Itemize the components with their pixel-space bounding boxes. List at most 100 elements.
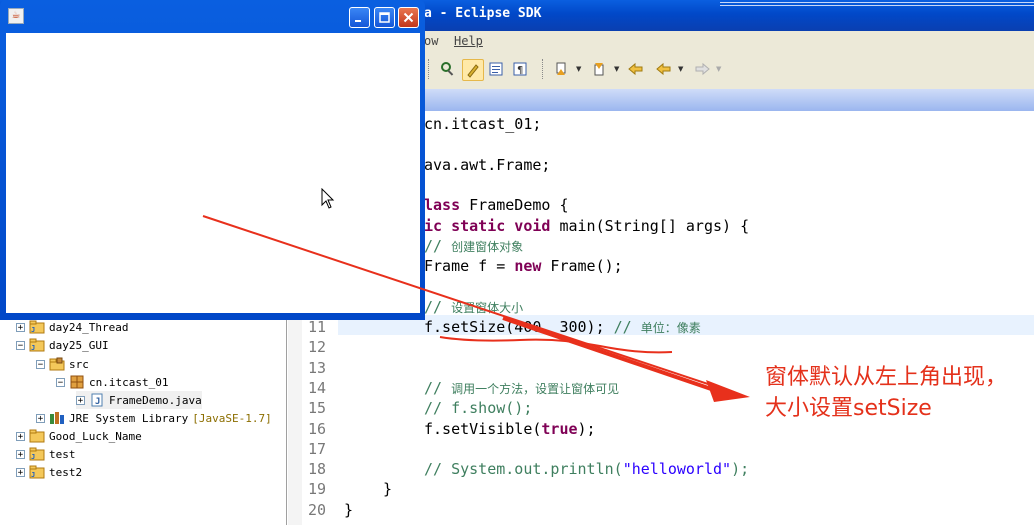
line-number: 15 <box>307 399 326 418</box>
java-project-icon: J <box>29 465 45 479</box>
package-icon <box>69 375 85 389</box>
tree-item-label: test2 <box>49 465 83 479</box>
expand-icon[interactable]: + <box>16 431 25 441</box>
menu-window[interactable]: ow <box>424 34 438 48</box>
last-edit-location-icon[interactable] <box>626 59 646 79</box>
close-icon <box>403 12 414 23</box>
code-token: ava.awt.Frame; <box>424 155 551 174</box>
code-line[interactable]: cn.itcast_01; <box>424 114 541 134</box>
svg-text:J: J <box>31 344 35 352</box>
code-line[interactable]: lass FrameDemo { <box>424 195 569 215</box>
code-token: 单位：像素 <box>640 321 701 335</box>
expand-icon[interactable]: + <box>76 395 85 405</box>
code-token: ); <box>731 460 750 479</box>
line-number: 19 <box>307 480 326 499</box>
code-token: main(String[] args) { <box>550 216 750 235</box>
eclipse-title: a - Eclipse SDK <box>424 6 542 21</box>
code-token: ); <box>577 419 596 438</box>
tree-item-good-luck-name[interactable]: + Good_Luck_Name <box>16 427 142 445</box>
code-line[interactable]: ava.awt.Frame; <box>424 155 550 175</box>
back-dropdown-icon[interactable]: ▼ <box>678 65 683 73</box>
tree-item-package[interactable]: − cn.itcast_01 <box>56 373 168 391</box>
maximize-icon <box>379 12 390 23</box>
expand-icon[interactable]: + <box>36 413 45 423</box>
source-folder-icon <box>49 357 65 371</box>
line-number: 11 <box>307 318 326 336</box>
java-project-icon: J <box>29 447 45 461</box>
code-line[interactable]: // 创建窗体对象 <box>424 236 523 256</box>
code-token: true <box>541 419 578 438</box>
tree-item-label: Good_Luck_Name <box>49 429 142 443</box>
menu-help[interactable]: Help <box>454 34 483 48</box>
minimize-button[interactable] <box>349 7 370 28</box>
next-annotation-icon[interactable] <box>552 59 572 79</box>
svg-text:J: J <box>95 397 100 407</box>
maximize-button[interactable] <box>374 7 395 28</box>
tree-item-framedemo-java[interactable]: + J FrameDemo.java <box>76 391 202 409</box>
tree-item-src[interactable]: − src <box>36 355 89 373</box>
java-frame-window[interactable]: ☕ <box>0 0 425 320</box>
code-token: "helloworld" <box>622 460 732 479</box>
code-line[interactable]: f.setSize(400, 300); // 单位：像素 <box>424 317 701 337</box>
tree-item-label: day25_GUI <box>49 338 109 352</box>
tree-item-jre-library[interactable]: + JRE System Library [JavaSE-1.7] <box>36 409 272 427</box>
code-token: f.setVisible( <box>424 419 542 438</box>
tree-item-day25-gui[interactable]: − J day25_GUI <box>16 336 109 354</box>
code-line[interactable]: f.setVisible(true); <box>424 419 596 439</box>
tree-item-day24-thread[interactable]: + J day24_Thread <box>16 318 128 336</box>
annotation-note: 窗体默认从左上角出现，大小设置setSize <box>765 365 1008 421</box>
show-whitespace-icon[interactable]: ¶ <box>510 59 530 79</box>
open-type-icon[interactable] <box>438 59 458 79</box>
project-folder-icon <box>29 429 45 443</box>
line-number: 16 <box>307 419 326 438</box>
code-token: } <box>344 500 354 519</box>
java-project-icon: J <box>29 320 45 334</box>
code-line[interactable]: } <box>344 500 353 520</box>
mark-occurrences-icon[interactable] <box>462 59 484 81</box>
back-icon[interactable] <box>654 59 674 79</box>
library-icon <box>49 411 65 425</box>
code-line[interactable]: ic static void main(String[] args) { <box>424 216 749 236</box>
code-line[interactable]: } <box>383 479 392 499</box>
block-selection-icon[interactable] <box>486 59 506 79</box>
tree-item-label: JRE System Library <box>69 411 189 425</box>
collapse-icon[interactable]: − <box>36 359 45 369</box>
close-button[interactable] <box>398 7 419 28</box>
code-token: Frame f = <box>424 257 515 276</box>
line-number: 13 <box>307 358 326 377</box>
svg-text:J: J <box>31 453 35 461</box>
code-token: // f.show(); <box>424 399 533 418</box>
frame-client-area[interactable] <box>6 33 420 313</box>
forward-icon[interactable] <box>692 59 712 79</box>
code-token: 设置窗体大小 <box>451 300 524 315</box>
code-line[interactable]: // 调用一个方法，设置让窗体可见 <box>424 378 619 398</box>
collapse-icon[interactable]: − <box>16 340 25 350</box>
code-line[interactable]: // f.show(); <box>424 398 532 418</box>
expand-icon[interactable]: + <box>16 322 25 332</box>
previous-annotation-icon[interactable] <box>590 59 610 79</box>
tree-item-label: test <box>49 447 76 461</box>
code-line[interactable]: // System.out.println("helloworld"); <box>424 459 749 479</box>
tree-item-test[interactable]: + J test <box>16 445 76 463</box>
next-annotation-dropdown-icon[interactable]: ▼ <box>576 65 581 73</box>
svg-text:¶: ¶ <box>517 65 523 76</box>
minimize-icon <box>355 20 361 22</box>
expand-icon[interactable]: + <box>16 467 25 477</box>
tree-item-test2[interactable]: + J test2 <box>16 463 82 481</box>
expand-icon[interactable]: + <box>16 449 25 459</box>
code-line[interactable]: Frame f = new Frame(); <box>424 256 623 276</box>
svg-text:J: J <box>31 471 35 479</box>
code-token: 创建窗体对象 <box>451 239 524 254</box>
line-number: 12 <box>307 338 326 357</box>
code-line[interactable]: // 设置窗体大小 <box>424 297 523 317</box>
collapse-icon[interactable]: − <box>56 377 65 387</box>
forward-dropdown-icon[interactable]: ▼ <box>716 65 721 73</box>
code-token: // System.out.println( <box>424 460 623 479</box>
code-token: } <box>383 480 393 499</box>
code-token: // <box>613 318 641 336</box>
previous-annotation-dropdown-icon[interactable]: ▼ <box>614 65 619 73</box>
library-version: [JavaSE-1.7] <box>192 411 272 425</box>
code-token: 调用一个方法，设置让窗体可见 <box>451 381 620 396</box>
code-token: // <box>424 236 452 255</box>
mouse-cursor-icon <box>321 188 335 209</box>
